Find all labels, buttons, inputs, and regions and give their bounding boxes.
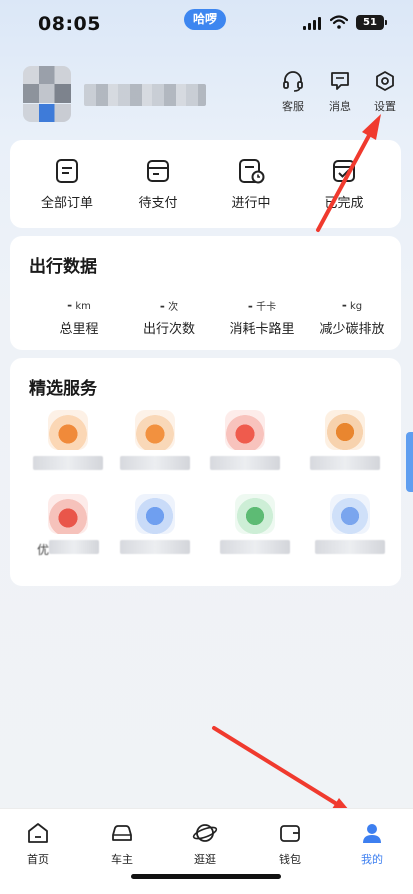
bottom-nav: 首页 车主 逛逛 钱包 我的 — [0, 808, 413, 894]
stat-label: 减少碳排放 — [319, 322, 385, 337]
avatar[interactable] — [23, 66, 71, 122]
username-blurred[interactable] — [84, 84, 206, 106]
car-owner-icon — [112, 825, 132, 841]
planet-icon — [192, 824, 218, 842]
service-item[interactable] — [115, 410, 195, 474]
nav-explore[interactable]: 逛逛 — [175, 821, 235, 867]
stat-value: - — [247, 299, 253, 313]
message-icon — [331, 72, 349, 90]
in-progress-button[interactable]: 进行中 — [211, 158, 291, 211]
service-partial-label: 优 — [36, 543, 49, 557]
blurred-label — [315, 540, 385, 554]
nav-home[interactable]: 首页 — [8, 821, 68, 867]
service-item[interactable] — [28, 410, 108, 474]
home-indicator[interactable] — [131, 874, 281, 879]
all-orders-icon — [56, 159, 78, 183]
all-orders-button[interactable]: 全部订单 — [27, 158, 107, 211]
all-orders-label: 全部订单 — [40, 196, 93, 211]
pending-payment-label: 待支付 — [138, 196, 178, 211]
service-gift-icon — [225, 410, 265, 450]
app-pill-badge[interactable]: 哈啰 — [184, 9, 226, 30]
stat-unit: kg — [350, 301, 363, 312]
stat-value: - — [341, 298, 347, 312]
service-item[interactable] — [205, 410, 285, 474]
service-item[interactable] — [115, 494, 195, 558]
featured-services-title: 精选服务 — [29, 379, 97, 399]
nav-home-label: 首页 — [27, 853, 49, 866]
stat-unit: 次 — [168, 302, 179, 313]
service-orange-icon — [48, 410, 88, 450]
settings-button[interactable]: 设置 — [365, 70, 405, 118]
service-green-icon — [235, 494, 275, 534]
home-icon — [28, 823, 48, 843]
pending-payment-button[interactable]: 待支付 — [118, 158, 198, 211]
nav-profile-label: 我的 — [361, 853, 383, 866]
battery-indicator: 51 — [356, 15, 387, 30]
completed-icon — [333, 160, 355, 182]
in-progress-icon — [239, 159, 265, 184]
wifi-icon — [330, 15, 348, 29]
settings-label: 设置 — [374, 100, 396, 113]
settings-icon — [376, 71, 394, 91]
completed-label: 已完成 — [324, 196, 364, 211]
blurred-label — [310, 456, 380, 470]
service-item[interactable] — [215, 494, 295, 558]
customer-service-button[interactable]: 客服 — [273, 70, 313, 118]
status-time: 08:05 — [38, 13, 101, 35]
blurred-label — [49, 540, 99, 554]
completed-button[interactable]: 已完成 — [304, 158, 384, 211]
orders-card: 全部订单 待支付 进行中 已完成 — [10, 140, 401, 228]
trip-data-title: 出行数据 — [29, 257, 97, 277]
wallet-icon — [280, 825, 300, 842]
service-red-icon — [48, 494, 88, 534]
stat-unit: 千卡 — [256, 302, 277, 313]
in-progress-label: 进行中 — [231, 196, 271, 211]
stat-label: 消耗卡路里 — [229, 322, 295, 337]
customer-service-label: 客服 — [282, 100, 304, 113]
headset-icon — [283, 71, 303, 92]
nav-wallet-label: 钱包 — [279, 853, 301, 866]
side-float-tab[interactable] — [406, 432, 413, 492]
stat-carbon-reduced[interactable]: - kg 减少碳排放 — [307, 298, 397, 337]
service-orange-icon — [325, 410, 365, 450]
stat-label: 出行次数 — [142, 322, 195, 337]
blurred-label — [120, 540, 190, 554]
blurred-label — [120, 456, 190, 470]
blurred-label — [33, 456, 103, 470]
cellular-signal-icon — [303, 17, 321, 30]
stat-label: 总里程 — [59, 322, 99, 337]
trip-data-card: 出行数据 - km 总里程 - 次 出行次数 - 千卡 消耗卡路里 - kg 减… — [10, 236, 401, 350]
nav-car-owner-label: 车主 — [111, 853, 133, 866]
nav-explore-label: 逛逛 — [194, 853, 216, 866]
service-blue-icon — [135, 494, 175, 534]
nav-profile[interactable]: 我的 — [342, 821, 402, 867]
status-bar: 08:05 哈啰 51 — [0, 0, 413, 50]
stat-unit: km — [75, 301, 91, 312]
pending-payment-icon — [147, 160, 169, 182]
service-blue-icon — [330, 494, 370, 534]
stat-calories[interactable]: - 千卡 消耗卡路里 — [217, 298, 307, 337]
blurred-label — [210, 456, 280, 470]
stat-value: - — [67, 298, 73, 312]
service-orange-icon — [135, 410, 175, 450]
nav-car-owner[interactable]: 车主 — [92, 821, 152, 867]
service-item[interactable] — [310, 494, 390, 558]
nav-wallet[interactable]: 钱包 — [260, 821, 320, 867]
stat-total-mileage[interactable]: - km 总里程 — [34, 298, 124, 337]
profile-icon — [363, 824, 381, 843]
blurred-label — [220, 540, 290, 554]
service-item[interactable]: 优 — [28, 494, 108, 558]
service-item[interactable] — [305, 410, 385, 474]
stat-trip-count[interactable]: - 次 出行次数 — [124, 298, 214, 337]
messages-label: 消息 — [329, 100, 351, 113]
messages-button[interactable]: 消息 — [320, 70, 360, 118]
stat-value: - — [159, 299, 165, 313]
featured-services-card: 精选服务 优 — [10, 358, 401, 586]
